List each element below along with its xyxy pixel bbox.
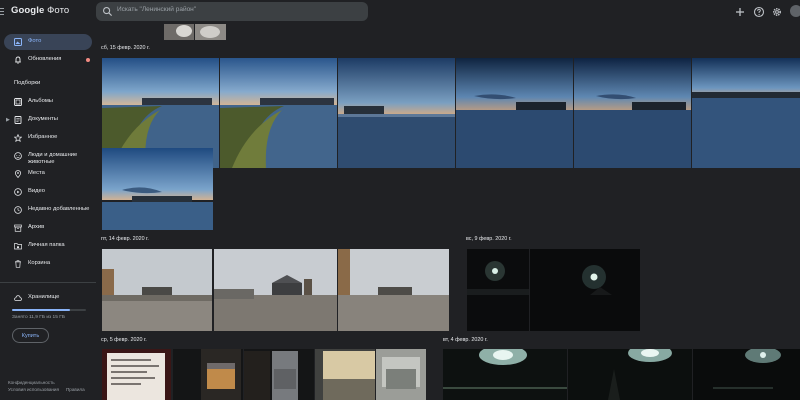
place-icon [14,170,22,178]
photo-thumbnail[interactable] [102,249,212,331]
people-icon [14,152,22,160]
search-input[interactable]: Искать "Ленинский район" [117,6,196,13]
sidebar-item-label: Обновления [28,56,62,62]
privacy-link[interactable]: Конфиденциальность [8,380,55,385]
sidebar-item-updates[interactable]: Обновления [4,52,92,68]
photo-thumbnail[interactable] [443,349,567,400]
storage-label: Хранилище [28,294,60,300]
expand-icon[interactable]: ▶ [6,117,10,123]
sidebar-item-recent[interactable]: Недавно добавленные [4,202,92,218]
sidebar-item-videos[interactable]: Видео [4,184,92,200]
sidebar-item-locked-folder[interactable]: Личная папка [4,238,92,254]
recent-icon [14,206,22,214]
album-icon [14,98,22,106]
date-header: вс, 9 февр. 2020 г. [466,236,512,242]
sidebar-item-label: Корзина [28,260,51,266]
sidebar-item-archive[interactable]: Архив [4,220,92,236]
top-bar: Google Фото Искать "Ленинский район" [0,0,800,24]
photo-thumbnail[interactable] [102,349,171,400]
photo-thumbnail[interactable] [456,58,573,168]
notification-dot [86,58,90,62]
photo-thumbnail[interactable] [376,349,426,400]
sidebar-item-albums[interactable]: Альбомы [4,94,92,110]
photo-thumbnail[interactable] [102,148,213,230]
sidebar-item-places[interactable]: Места [4,166,92,182]
photo-thumbnail[interactable] [220,58,337,168]
sidebar-item-storage[interactable]: Хранилище [4,290,92,306]
settings-icon[interactable] [771,6,783,18]
photo-grid: сб, 15 февр. 2020 г. пт, 14 февр. 2020 г… [96,24,800,400]
sidebar: Фото Обновления Подборки Альбомы ▶ Докум… [0,28,96,400]
star-icon [14,134,22,142]
sidebar-item-documents[interactable]: ▶ Документы [4,112,92,128]
photo-thumbnail[interactable] [315,349,375,400]
sidebar-item-label: Места [28,170,45,176]
collections-title: Подборки [14,80,41,86]
sidebar-item-photos[interactable]: Фото [4,34,92,50]
storage-progress-fill [12,309,71,311]
add-icon[interactable] [734,6,746,18]
photo-thumbnail[interactable] [568,349,692,400]
sidebar-item-label: Личная папка [28,242,65,248]
sidebar-item-favorites[interactable]: Избранное [4,130,92,146]
help-icon[interactable] [753,6,765,18]
sidebar-item-label: Документы [28,116,58,122]
locked-folder-icon [14,243,22,250]
sidebar-item-label: Архив [28,224,45,230]
date-header: вт, 4 февр. 2020 г. [443,337,488,343]
date-header: пт, 14 февр. 2020 г. [101,236,149,242]
date-header: сб, 15 февр. 2020 г. [101,45,150,51]
date-header: ср, 5 февр. 2020 г. [101,337,147,343]
sidebar-item-label: Люди и домашние животные [28,152,78,165]
photo-thumbnail[interactable] [467,249,529,331]
terms-link[interactable]: Условия использования [8,387,59,392]
photo-icon [14,38,22,46]
sidebar-item-label: Недавно добавленные [28,206,90,212]
account-avatar[interactable] [790,5,800,17]
search-icon[interactable] [102,6,113,17]
storage-progress [12,309,86,311]
logo-brand: Google [11,5,45,16]
google-photos-app: Google Фото Искать "Ленинский район" Фот… [0,0,800,400]
sidebar-item-trash[interactable]: Корзина [4,256,92,272]
policy-link[interactable]: Правила [66,387,85,392]
document-icon [14,116,22,124]
photo-thumbnail[interactable] [214,249,337,331]
sidebar-item-label: Альбомы [28,98,53,104]
sidebar-item-people[interactable]: Люди и домашние животные [4,148,92,168]
photo-thumbnail[interactable] [530,249,640,331]
photo-thumbnail[interactable] [338,58,455,168]
logo-product: Фото [47,5,70,16]
video-icon [14,188,22,196]
sidebar-divider [0,282,96,283]
sidebar-item-label: Фото [28,38,42,44]
sidebar-item-label: Избранное [28,134,58,140]
storage-usage-text: Занято 11,9 ГБ из 15 ГБ [12,315,65,320]
photo-thumbnail[interactable] [173,349,243,400]
photo-thumbnail[interactable] [244,349,314,400]
photo-thumbnail[interactable] [693,349,800,400]
cloud-icon [14,295,22,301]
photo-thumbnail[interactable] [574,58,691,168]
trash-icon [15,260,21,268]
search-bar[interactable]: Искать "Ленинский район" [96,2,368,21]
buy-storage-button[interactable]: Купить [12,328,49,343]
sidebar-item-label: Видео [28,188,45,194]
menu-icon[interactable] [0,0,8,24]
photo-thumbnail[interactable] [692,58,800,168]
photo-thumbnail[interactable] [164,24,226,40]
photo-thumbnail[interactable] [338,249,449,331]
archive-icon [14,224,22,232]
bell-icon [15,56,21,64]
app-logo[interactable]: Google Фото [11,5,69,16]
